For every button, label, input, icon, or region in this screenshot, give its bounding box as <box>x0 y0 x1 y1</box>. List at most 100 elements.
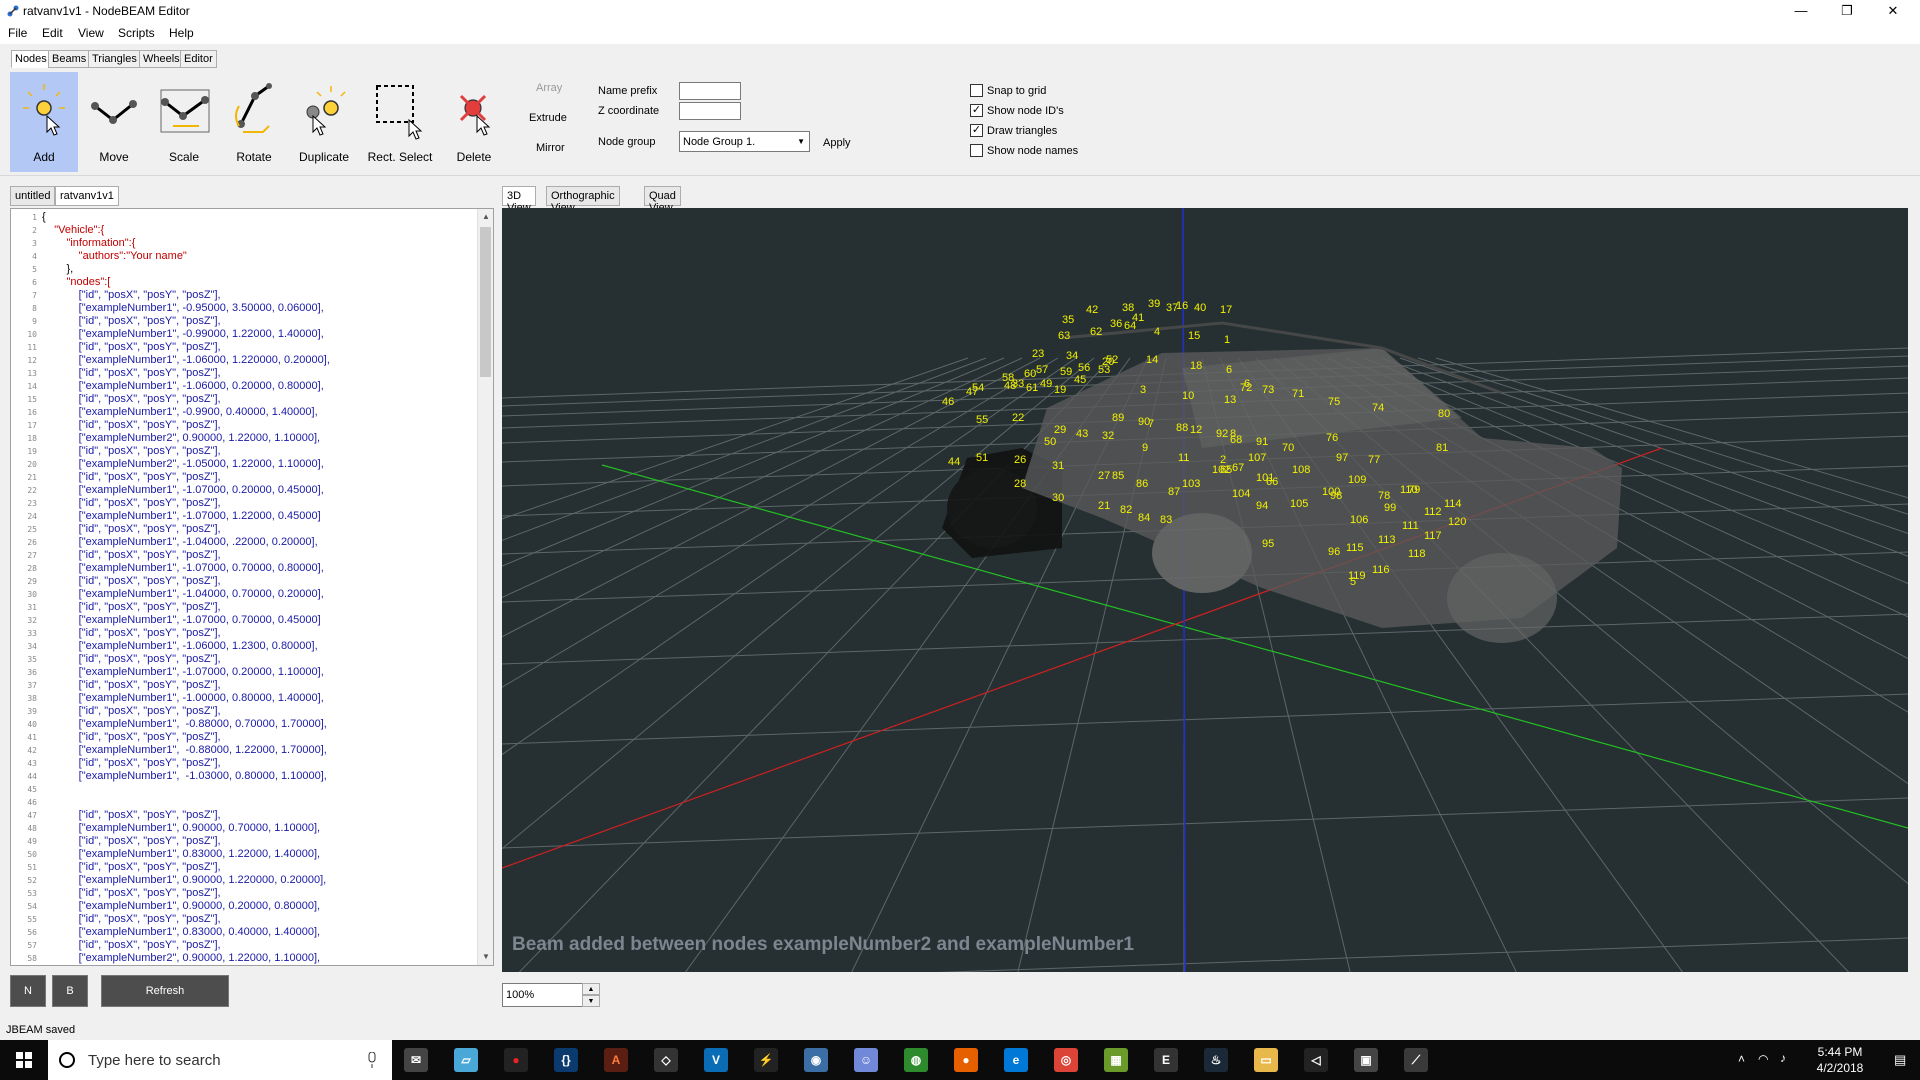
taskbar-search[interactable]: Type here to search <box>48 1040 392 1080</box>
node-id-label[interactable]: 36 <box>1110 318 1122 330</box>
node-id-label[interactable]: 63 <box>1058 330 1070 342</box>
delete-button[interactable]: Delete <box>440 72 508 172</box>
node-id-label[interactable]: 5 <box>1350 576 1356 588</box>
node-id-label[interactable]: 72 <box>1240 382 1252 394</box>
node-id-label[interactable]: 59 <box>1060 366 1072 378</box>
node-id-label[interactable]: 35 <box>1062 314 1074 326</box>
record-icon[interactable]: ● <box>504 1048 528 1072</box>
rotate-button[interactable]: Rotate <box>220 72 288 172</box>
node-id-label[interactable]: 81 <box>1436 442 1448 454</box>
vs-code-icon[interactable]: {} <box>554 1048 578 1072</box>
node-id-label[interactable]: 27 <box>1098 470 1110 482</box>
node-id-label[interactable]: 76 <box>1326 432 1338 444</box>
node-id-label[interactable]: 28 <box>1014 478 1026 490</box>
tab-ratvanv1v1[interactable]: ratvanv1v1 <box>55 186 119 206</box>
zoom-down-icon[interactable]: ▼ <box>582 995 600 1007</box>
node-group-select[interactable]: Node Group 1. ▼ <box>679 131 810 152</box>
node-id-label[interactable]: 44 <box>948 456 960 468</box>
node-id-label[interactable]: 9 <box>1142 442 1148 454</box>
node-id-label[interactable]: 16 <box>1176 300 1188 312</box>
node-id-label[interactable]: 80 <box>1438 408 1450 420</box>
minecraft-icon[interactable]: ▦ <box>1104 1048 1128 1072</box>
menu-edit[interactable]: Edit <box>42 26 63 40</box>
extrude-option[interactable]: Extrude <box>529 112 567 124</box>
node-id-label[interactable]: 6 <box>1226 364 1232 376</box>
name-prefix-input[interactable] <box>679 82 741 100</box>
node-id-label[interactable]: 11 <box>1178 452 1189 464</box>
scroll-thumb[interactable] <box>480 227 491 377</box>
node-id-label[interactable]: 55 <box>976 414 988 426</box>
menu-view[interactable]: View <box>78 26 104 40</box>
node-id-label[interactable]: 116 <box>1372 564 1390 576</box>
node-id-label[interactable]: 75 <box>1328 396 1340 408</box>
maximize-button[interactable]: ❐ <box>1824 0 1870 22</box>
node-id-label[interactable]: 19 <box>1054 384 1066 396</box>
node-id-label[interactable]: 17 <box>1220 304 1232 316</box>
node-id-label[interactable]: 74 <box>1372 402 1384 414</box>
node-id-label[interactable]: 71 <box>1292 388 1304 400</box>
tab-nodes[interactable]: Nodes <box>11 50 51 68</box>
node-id-label[interactable]: 83 <box>1160 514 1172 526</box>
chrome-icon[interactable]: ◎ <box>1054 1048 1078 1072</box>
apply-button[interactable]: Apply <box>823 137 851 149</box>
steam-icon[interactable]: ♨ <box>1204 1048 1228 1072</box>
node-id-label[interactable]: 14 <box>1146 354 1158 366</box>
node-id-label[interactable]: 103 <box>1182 478 1200 490</box>
discord-icon[interactable]: ☺ <box>854 1048 878 1072</box>
node-id-label[interactable]: 82 <box>1120 504 1132 516</box>
node-id-label[interactable]: 57 <box>1036 364 1048 376</box>
node-id-label[interactable]: 70 <box>1282 442 1294 454</box>
zoom-up-icon[interactable]: ▲ <box>582 983 600 995</box>
node-id-label[interactable]: 43 <box>1076 428 1088 440</box>
node-id-label[interactable]: 86 <box>1136 478 1148 490</box>
node-id-label[interactable]: 91 <box>1256 436 1268 448</box>
node-id-label[interactable]: 68 <box>1230 434 1242 446</box>
firefox-icon[interactable]: ● <box>954 1048 978 1072</box>
network-icon[interactable]: ◉ <box>804 1048 828 1072</box>
node-id-label[interactable]: 3 <box>1140 384 1146 396</box>
edge-icon[interactable]: e <box>1004 1048 1028 1072</box>
node-id-label[interactable]: 111 <box>1402 520 1419 532</box>
node-id-label[interactable]: 49 <box>1040 378 1052 390</box>
node-id-label[interactable]: 120 <box>1448 516 1466 528</box>
node-id-label[interactable]: 73 <box>1262 384 1274 396</box>
unity-icon[interactable]: ◇ <box>654 1048 678 1072</box>
node-id-label[interactable]: 88 <box>1176 422 1188 434</box>
node-id-label[interactable]: 94 <box>1256 500 1268 512</box>
node-id-label[interactable]: 89 <box>1112 412 1124 424</box>
node-id-label[interactable]: 50 <box>1044 436 1056 448</box>
tab-3d-view[interactable]: 3D View <box>502 186 536 214</box>
node-id-label[interactable]: 60 <box>1024 368 1036 380</box>
show-node-ids-checkbox[interactable]: ✓ <box>970 104 983 117</box>
node-id-label[interactable]: 115 <box>1346 542 1364 554</box>
node-id-label[interactable]: 85 <box>1112 470 1124 482</box>
node-id-label[interactable]: 29 <box>1054 424 1066 436</box>
node-id-label[interactable]: 39 <box>1148 298 1160 310</box>
close-button[interactable]: ✕ <box>1870 0 1916 22</box>
node-id-label[interactable]: 32 <box>1102 430 1114 442</box>
menu-scripts[interactable]: Scripts <box>118 26 155 40</box>
node-id-label[interactable]: 78 <box>1378 490 1390 502</box>
visual-studio-icon[interactable]: V <box>704 1048 728 1072</box>
b-button[interactable]: B <box>52 975 88 1007</box>
node-id-label[interactable]: 45 <box>1074 374 1086 386</box>
node-id-label[interactable]: 84 <box>1138 512 1150 524</box>
node-id-label[interactable]: 107 <box>1248 452 1266 464</box>
tab-orthographic-view[interactable]: Orthographic View <box>546 186 620 214</box>
refresh-button[interactable]: Refresh <box>101 975 229 1007</box>
draw-triangles-checkbox[interactable]: ✓ <box>970 124 983 137</box>
microphone-icon[interactable] <box>366 1052 378 1068</box>
globe-icon[interactable]: ◍ <box>904 1048 928 1072</box>
node-id-label[interactable]: 31 <box>1052 460 1064 472</box>
add-button[interactable]: Add <box>10 72 78 172</box>
node-id-label[interactable]: 109 <box>1348 474 1366 486</box>
node-id-label[interactable]: 108 <box>1292 464 1310 476</box>
3d-viewport[interactable]: 42 38 39 37 16 40 17 35 36 41 63 62 64 4 15 1 23 34 6 20 14 1… <box>502 208 1908 972</box>
duplicate-button[interactable]: Duplicate <box>290 72 358 172</box>
node-id-label[interactable]: 22 <box>1012 412 1024 424</box>
node-id-label[interactable]: 99 <box>1384 502 1396 514</box>
scroll-down-icon[interactable]: ▼ <box>478 949 493 965</box>
tab-wheels[interactable]: Wheels <box>139 50 184 68</box>
node-id-label[interactable]: 12 <box>1190 424 1202 436</box>
mail-icon[interactable]: ✉ <box>404 1048 428 1072</box>
